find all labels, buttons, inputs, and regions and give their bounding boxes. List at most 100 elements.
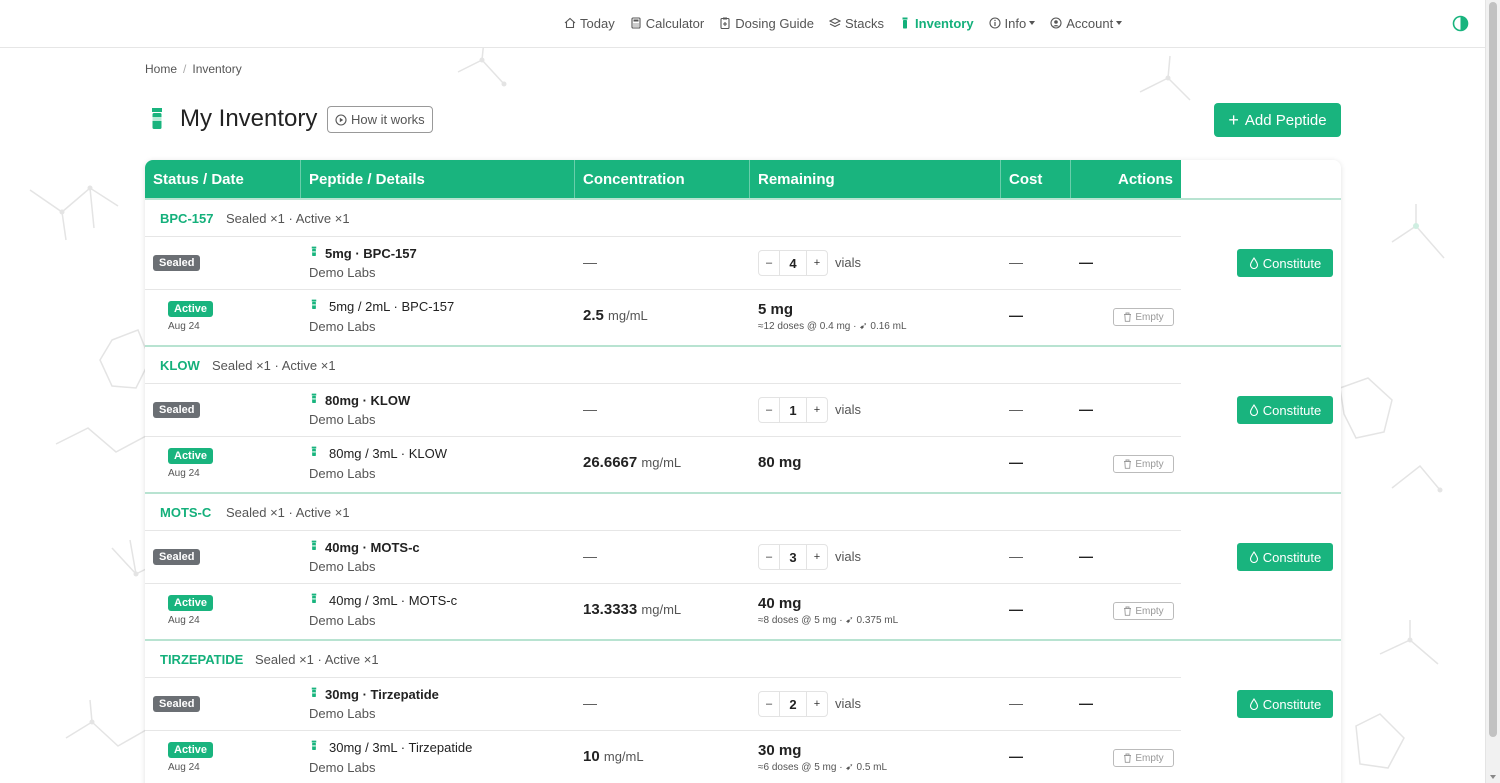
vendor-name: Demo Labs	[309, 559, 376, 574]
theme-toggle-half-circle-icon[interactable]	[1452, 15, 1469, 32]
column-header-concentration[interactable]: Concentration	[575, 160, 750, 198]
scrollbar-thumb[interactable]	[1489, 2, 1497, 737]
increment-button[interactable]: +	[807, 692, 827, 716]
concentration-value: 10 mg/mL	[583, 748, 644, 765]
column-header-remaining[interactable]: Remaining	[750, 160, 1001, 198]
cost-value: —	[1009, 601, 1023, 617]
vial-icon	[902, 17, 908, 29]
concentration-value: 13.3333 mg/mL	[583, 601, 681, 618]
concentration-number: 2.5	[583, 307, 604, 324]
increment-button[interactable]: +	[807, 398, 827, 422]
quantity-value[interactable]: 3	[779, 545, 807, 569]
nav-item-today[interactable]: Today	[564, 16, 615, 31]
page-scrollbar[interactable]	[1485, 0, 1500, 783]
status-badge-active: Active	[168, 448, 214, 464]
quantity-value[interactable]: 1	[779, 398, 807, 422]
quantity-unit: vials	[835, 549, 862, 564]
empty-button[interactable]: Empty	[1113, 308, 1174, 326]
table-row-active: Active Aug 24 40mg / 3mL · MOTS-c Demo Labs…	[145, 584, 1341, 638]
quantity-value[interactable]: 2	[779, 692, 807, 716]
group-summary: Sealed ×1 · Active ×1	[212, 358, 336, 373]
constitute-button[interactable]: Constitute	[1237, 396, 1333, 424]
group-name[interactable]: MOTS-C	[160, 505, 211, 520]
nav-item-inventory[interactable]: Inventory	[899, 16, 974, 31]
concentration-number: 10	[583, 748, 600, 765]
active-date: Aug 24	[168, 762, 200, 773]
nav-item-dosing-guide[interactable]: Dosing Guide	[719, 16, 814, 31]
calculator-icon	[631, 17, 641, 29]
concentration-value: —	[583, 695, 597, 711]
concentration-value: 26.6667 mg/mL	[583, 454, 681, 471]
quantity-value[interactable]: 4	[779, 251, 807, 275]
vial-icon	[311, 299, 317, 309]
concentration-unit: mg/mL	[608, 308, 648, 323]
peptide-name: 30mg / 3mL · Tirzepatide	[329, 740, 473, 755]
group-name[interactable]: BPC-157	[160, 211, 213, 226]
how-it-works-button[interactable]: How it works	[327, 106, 433, 133]
status-badge-sealed: Sealed	[153, 255, 201, 271]
active-date: Aug 24	[168, 321, 200, 332]
constitute-button[interactable]: Constitute	[1237, 249, 1333, 277]
vendor-name: Demo Labs	[309, 706, 376, 721]
concentration-unit: mg/mL	[603, 749, 644, 764]
quantity-unit: vials	[835, 696, 862, 711]
empty-button[interactable]: Empty	[1113, 455, 1174, 473]
decrement-button[interactable]: –	[759, 545, 779, 569]
vendor-name: Demo Labs	[309, 613, 376, 628]
add-peptide-button[interactable]: + Add Peptide	[1214, 103, 1341, 137]
concentration-number: 13.3333	[583, 601, 638, 618]
actions-placeholder: —	[1079, 254, 1093, 270]
group-header-row: MOTS-C Sealed ×1 · Active ×1	[145, 492, 1341, 531]
vial-icon	[311, 540, 317, 550]
decrement-button[interactable]: –	[759, 692, 779, 716]
trash-icon	[1124, 312, 1132, 322]
cost-value: —	[1009, 254, 1023, 270]
group-name[interactable]: TIRZEPATIDE	[160, 652, 243, 667]
column-header-status-date[interactable]: Status / Date	[145, 160, 301, 198]
nav-item-stacks[interactable]: Stacks	[829, 16, 884, 31]
constitute-label: Constitute	[1262, 255, 1322, 271]
empty-label: Empty	[1135, 311, 1164, 323]
nav-item-account[interactable]: Account	[1050, 16, 1123, 31]
increment-button[interactable]: +	[807, 251, 827, 275]
constitute-button[interactable]: Constitute	[1237, 690, 1333, 718]
nav-item-calculator[interactable]: Calculator	[630, 16, 704, 31]
increment-button[interactable]: +	[807, 545, 827, 569]
decrement-button[interactable]: –	[759, 398, 779, 422]
droplet-icon	[1249, 404, 1258, 416]
breadcrumb-separator: /	[183, 62, 187, 76]
nav-label: Stacks	[845, 15, 885, 31]
actions-placeholder: —	[1079, 548, 1093, 564]
breadcrumb-current: Inventory	[192, 62, 242, 76]
group-header-row: BPC-157 Sealed ×1 · Active ×1	[145, 198, 1341, 237]
constitute-label: Constitute	[1262, 696, 1322, 712]
cost-value: —	[1009, 695, 1023, 711]
nav-label: Inventory	[915, 15, 974, 31]
home-icon	[564, 17, 576, 29]
remaining-amount: 30 mg	[758, 742, 802, 759]
concentration-unit: mg/mL	[641, 602, 682, 617]
decrement-button[interactable]: –	[759, 251, 779, 275]
group-summary: Sealed ×1 · Active ×1	[255, 652, 379, 667]
add-peptide-label: Add Peptide	[1244, 111, 1327, 129]
empty-button[interactable]: Empty	[1113, 602, 1174, 620]
user-circle-icon	[1050, 17, 1062, 29]
column-header-cost[interactable]: Cost	[1001, 160, 1071, 198]
nav-item-info[interactable]: Info	[988, 16, 1036, 31]
empty-button[interactable]: Empty	[1113, 749, 1174, 767]
droplet-icon	[1249, 698, 1258, 710]
scroll-down-arrow-icon[interactable]	[1490, 775, 1496, 779]
group-header-row: KLOW Sealed ×1 · Active ×1	[145, 345, 1341, 384]
remaining-amount: 40 mg	[758, 595, 802, 612]
vendor-name: Demo Labs	[309, 319, 376, 334]
column-header-actions: Actions	[1117, 170, 1173, 188]
remaining-dose-note: ≈6 doses @ 5 mg · ➹ 0.5 mL	[758, 762, 888, 773]
vendor-name: Demo Labs	[309, 265, 376, 280]
concentration-value: —	[583, 254, 597, 270]
group-name[interactable]: KLOW	[160, 358, 200, 373]
page-title: My Inventory	[180, 105, 318, 132]
vial-icon	[311, 593, 317, 603]
breadcrumb-home[interactable]: Home	[145, 62, 177, 76]
constitute-button[interactable]: Constitute	[1237, 543, 1333, 571]
column-header-peptide-details[interactable]: Peptide / Details	[301, 160, 575, 198]
